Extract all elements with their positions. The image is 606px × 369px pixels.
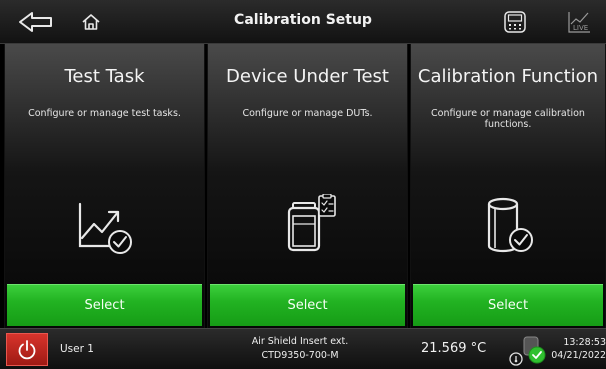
live-chart-button[interactable]: LIVE <box>562 0 596 44</box>
chart-check-icon <box>78 202 132 254</box>
thermometer-icon <box>509 352 523 366</box>
device-clipboard-icon <box>287 194 336 252</box>
function-panels: Test Task Configure or manage test tasks… <box>0 44 606 328</box>
sensor-ok-icon <box>523 336 546 364</box>
panel-title: Calibration Function <box>417 66 599 87</box>
device-name: Air Shield Insert ext. <box>251 336 349 347</box>
panel-device-under-test: Device Under Test Configure or manage DU… <box>207 44 408 328</box>
top-bar: Calibration Setup LIVE <box>0 0 606 44</box>
cylinder-check-icon <box>487 197 533 253</box>
select-calibration-function-button[interactable]: Select <box>413 284 603 326</box>
panel-title: Device Under Test <box>226 66 389 87</box>
power-button[interactable] <box>6 333 48 366</box>
connection-status-icons[interactable] <box>505 333 551 367</box>
select-dut-button[interactable]: Select <box>210 284 405 326</box>
live-chart-icon: LIVE <box>568 12 590 33</box>
current-user: User 1 <box>60 343 94 355</box>
temperature-readout: 21.569 °C <box>421 341 487 356</box>
clock: 13:28:53 04/21/2022 <box>548 336 606 362</box>
time: 13:28:53 <box>563 337 606 348</box>
calculator-icon <box>504 11 526 33</box>
panel-description: Configure or manage DUTs. <box>242 108 373 119</box>
calculator-button[interactable] <box>498 0 532 44</box>
date: 04/21/2022 <box>551 350 606 361</box>
select-test-task-button[interactable]: Select <box>7 284 202 326</box>
panel-calibration-function: Calibration Function Configure or manage… <box>410 44 606 328</box>
panel-test-task: Test Task Configure or manage test tasks… <box>4 44 205 328</box>
panel-title: Test Task <box>64 66 145 87</box>
status-bar: User 1 Air Shield Insert ext. CTD9350-70… <box>0 328 606 369</box>
panel-description: Configure or manage calibration function… <box>431 108 585 130</box>
panel-description: Configure or manage test tasks. <box>28 108 181 119</box>
live-label: LIVE <box>573 24 588 32</box>
device-info: Air Shield Insert ext. CTD9350-700-M <box>220 335 380 363</box>
device-model: CTD9350-700-M <box>261 350 339 361</box>
power-icon <box>18 339 36 359</box>
